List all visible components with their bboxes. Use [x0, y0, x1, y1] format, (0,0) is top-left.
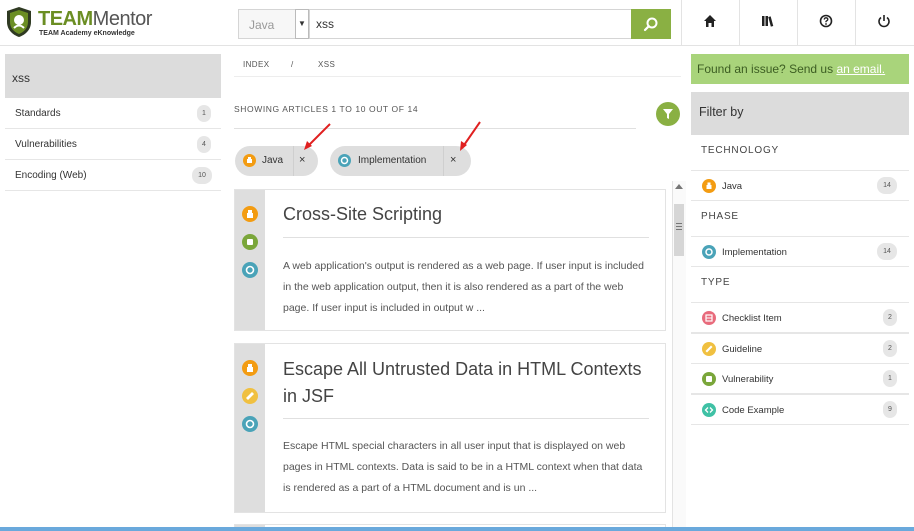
- filter-item-checklist-item[interactable]: Checklist Item 2: [691, 302, 909, 333]
- article-card[interactable]: Cross-Site Scripting A web application's…: [234, 189, 666, 331]
- article-icon-rail: [235, 190, 265, 330]
- java-icon: [702, 179, 716, 193]
- filter-item-guideline[interactable]: Guideline 2: [691, 333, 909, 364]
- filter-item-label: Implementation: [722, 247, 787, 258]
- guideline-icon: [702, 342, 716, 356]
- count-badge: 1: [883, 370, 897, 387]
- filter-item-java[interactable]: Java 14: [691, 170, 909, 201]
- app-root: TEAMMentor TEAM Academy eKnowledge Java …: [0, 0, 914, 531]
- filter-item-label: Vulnerability: [722, 374, 774, 385]
- article-icon-rail: [235, 344, 265, 512]
- bottom-accent-bar: [0, 527, 914, 531]
- issue-text: Found an issue? Send us: [697, 62, 837, 76]
- count-badge: 14: [877, 243, 897, 260]
- email-link[interactable]: an email.: [836, 62, 885, 76]
- java-icon: [242, 360, 258, 376]
- article-excerpt: Escape HTML special characters in all us…: [283, 440, 643, 494]
- scroll-grip: [676, 229, 682, 230]
- filter-item-label: Code Example: [722, 405, 785, 416]
- filter-item-code-example[interactable]: Code Example 9: [691, 394, 909, 425]
- java-icon: [242, 206, 258, 222]
- section-heading-type: TYPE: [701, 277, 731, 288]
- issue-banner: Found an issue? Send us an email.: [691, 54, 909, 84]
- code-icon: [702, 403, 716, 417]
- count-badge: 9: [883, 401, 897, 418]
- count-badge: 2: [883, 340, 897, 357]
- checklist-icon: [702, 311, 716, 325]
- article-card[interactable]: Escape All Untrusted Data in HTML Contex…: [234, 343, 666, 513]
- divider: [283, 418, 649, 419]
- implementation-icon: [702, 245, 716, 259]
- vulnerability-icon: [702, 372, 716, 386]
- section-heading-phase: PHASE: [701, 211, 739, 222]
- article-excerpt: A web application's output is rendered a…: [283, 260, 644, 314]
- divider: [283, 237, 649, 238]
- guideline-icon: [242, 388, 258, 404]
- count-badge: 14: [877, 177, 897, 194]
- filter-item-label: Java: [722, 181, 743, 192]
- filter-item-label: Guideline: [722, 344, 763, 355]
- scrollbar-thumb[interactable]: [674, 204, 684, 256]
- article-title[interactable]: Cross-Site Scripting: [283, 201, 442, 228]
- filter-item-implementation[interactable]: Implementation 14: [691, 236, 909, 267]
- article-title[interactable]: Escape All Untrusted Data in HTML Contex…: [283, 356, 649, 410]
- scroll-grip: [676, 223, 682, 224]
- filter-item-vulnerability[interactable]: Vulnerability 1: [691, 363, 909, 394]
- implementation-icon: [242, 262, 258, 278]
- vulnerability-icon: [242, 234, 258, 250]
- count-badge: 2: [883, 309, 897, 326]
- filter-by-title: Filter by: [691, 92, 909, 135]
- implementation-icon: [242, 416, 258, 432]
- section-heading-technology: TECHNOLOGY: [701, 145, 780, 156]
- scroll-up-arrow-icon[interactable]: [675, 184, 683, 189]
- filter-item-label: Checklist Item: [722, 313, 782, 324]
- scroll-grip: [676, 226, 682, 227]
